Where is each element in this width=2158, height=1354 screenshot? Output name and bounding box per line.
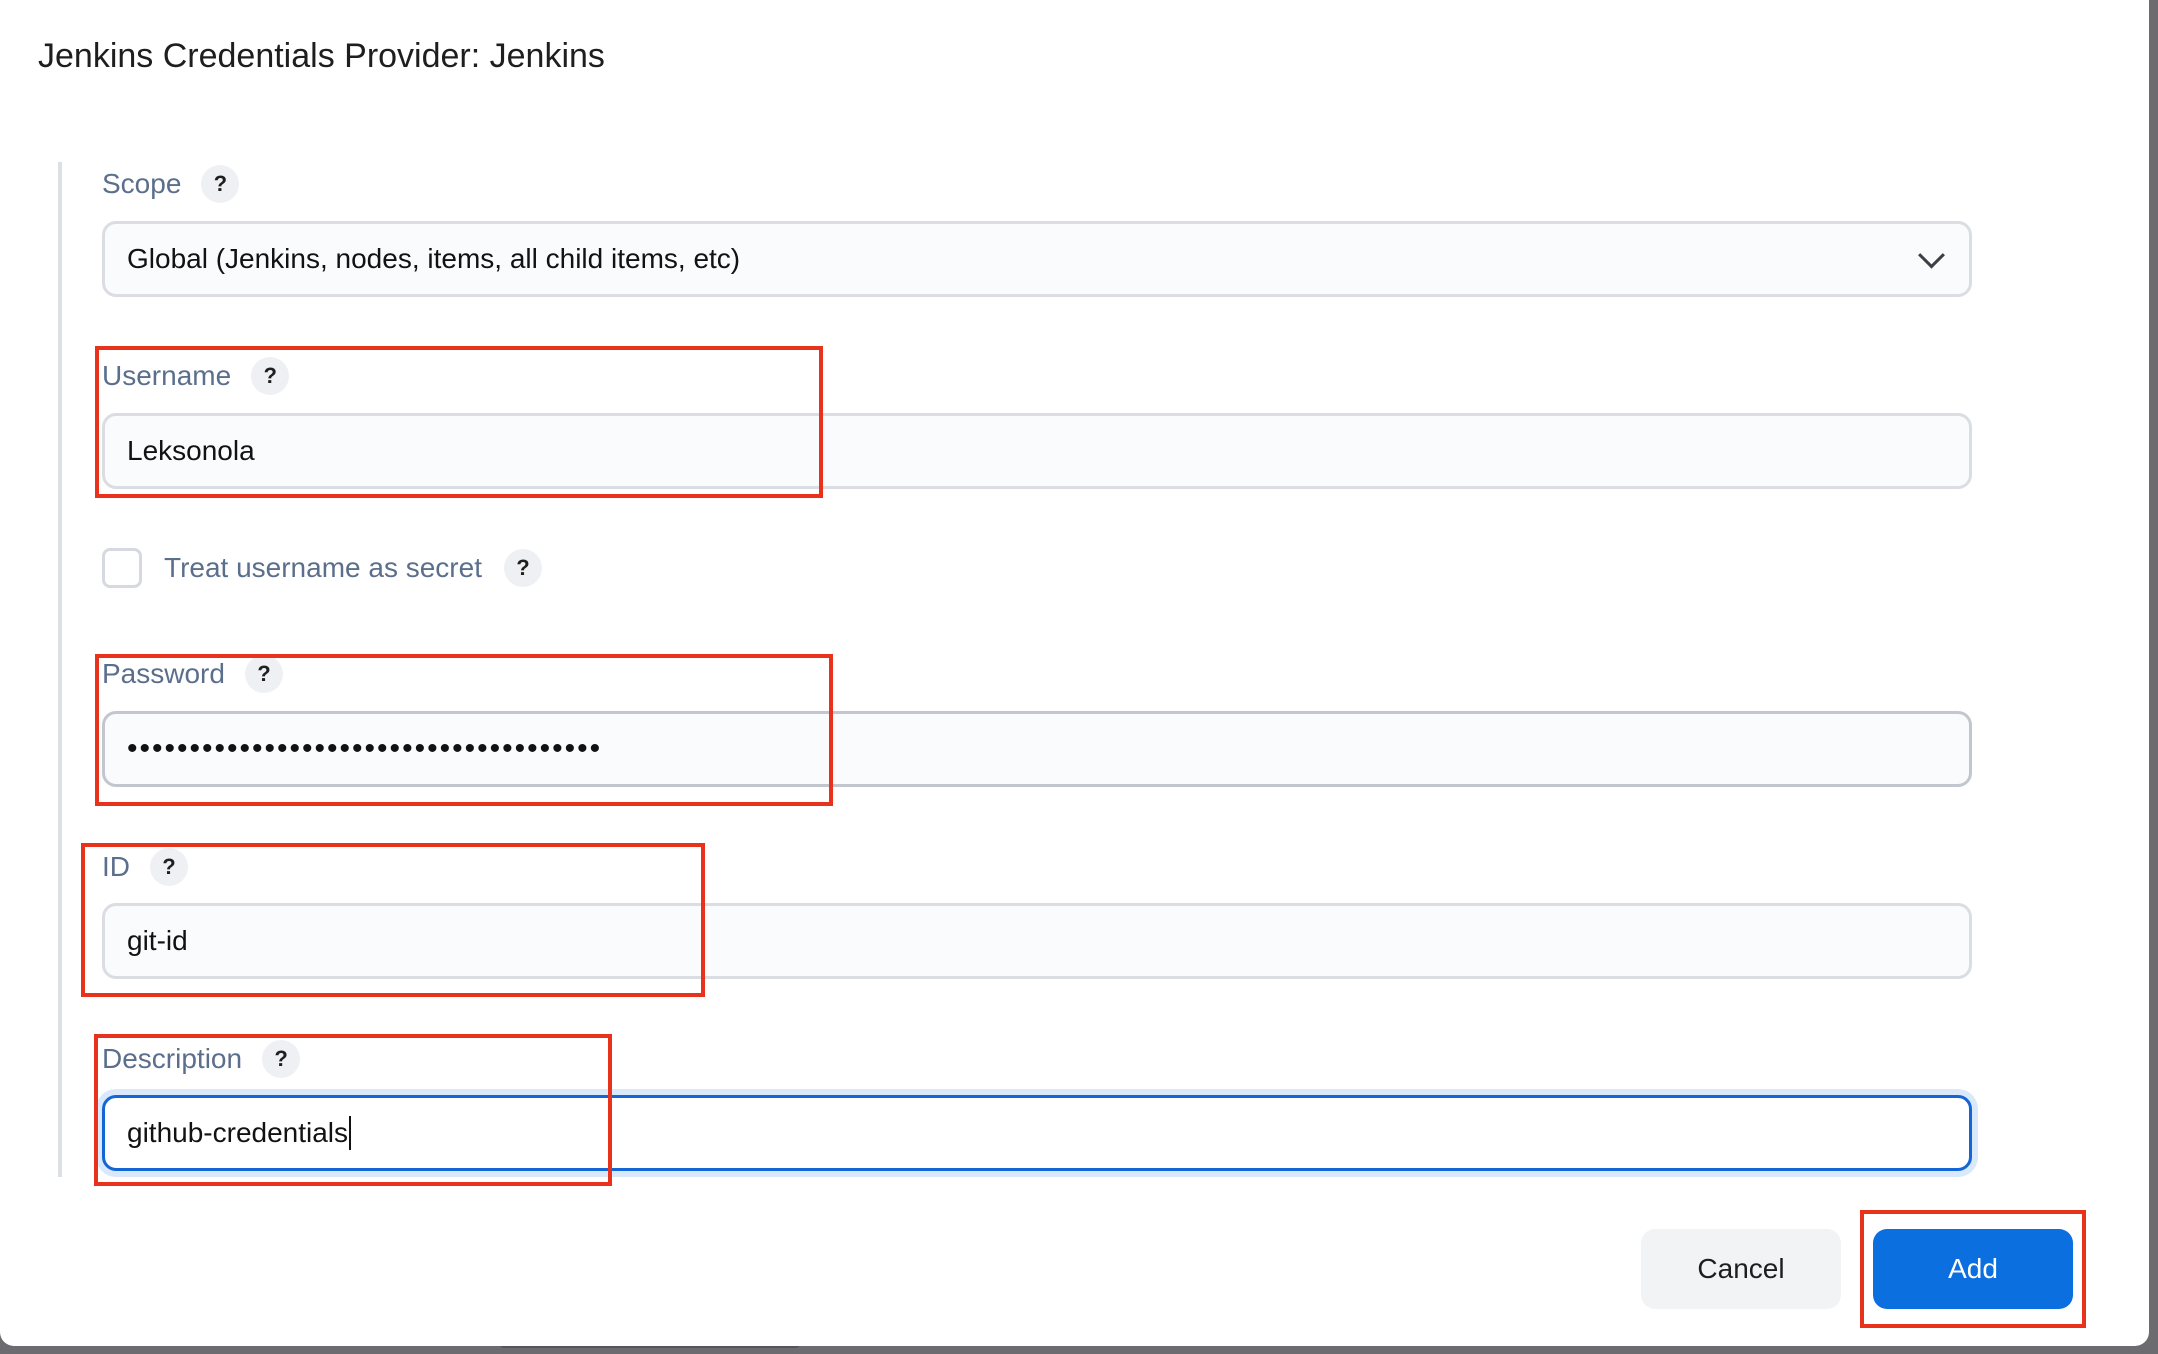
id-value: git-id xyxy=(127,925,188,956)
treat-username-secret-help-icon[interactable]: ? xyxy=(503,549,542,587)
dialog-title: Jenkins Credentials Provider: Jenkins xyxy=(38,37,605,75)
description-label-row: Description ? xyxy=(102,1037,301,1081)
description-value: github-credentials xyxy=(127,1117,349,1148)
password-help-icon[interactable]: ? xyxy=(244,655,283,693)
description-label: Description xyxy=(102,1043,243,1074)
scope-select[interactable]: Global (Jenkins, nodes, items, all child… xyxy=(102,221,1972,297)
id-label-row: ID ? xyxy=(102,845,188,889)
scope-label-row: Scope ? xyxy=(102,162,240,206)
id-label: ID xyxy=(102,851,130,882)
description-input[interactable]: github-credentials xyxy=(102,1095,1972,1171)
id-input[interactable]: git-id xyxy=(102,903,1972,979)
username-label: Username xyxy=(102,360,232,391)
credentials-dialog: Jenkins Credentials Provider: Jenkins Sc… xyxy=(0,0,2149,1346)
treat-username-secret-checkbox[interactable] xyxy=(102,548,142,588)
text-caret xyxy=(349,1116,352,1150)
scope-help-icon[interactable]: ? xyxy=(201,165,240,203)
cancel-button[interactable]: Cancel xyxy=(1641,1229,1841,1309)
scope-selected-value: Global (Jenkins, nodes, items, all child… xyxy=(127,243,741,274)
password-input[interactable]: •••••••••••••••••••••••••••••••••••••• xyxy=(102,711,1972,787)
password-label: Password xyxy=(102,658,225,689)
password-label-row: Password ? xyxy=(102,652,283,696)
add-button[interactable]: Add xyxy=(1873,1229,2073,1309)
username-label-row: Username ? xyxy=(102,354,290,398)
description-help-icon[interactable]: ? xyxy=(262,1040,301,1078)
form-section-rail xyxy=(58,162,62,1177)
treat-username-secret-row: Treat username as secret ? xyxy=(102,548,542,588)
chevron-down-icon xyxy=(1918,241,1945,269)
id-help-icon[interactable]: ? xyxy=(150,848,188,886)
username-value: Leksonola xyxy=(127,435,255,466)
treat-username-secret-label: Treat username as secret xyxy=(164,552,482,583)
scope-label: Scope xyxy=(102,168,182,199)
password-masked-value: •••••••••••••••••••••••••••••••••••••• xyxy=(127,732,603,765)
username-help-icon[interactable]: ? xyxy=(251,357,290,395)
username-input[interactable]: Leksonola xyxy=(102,413,1972,489)
